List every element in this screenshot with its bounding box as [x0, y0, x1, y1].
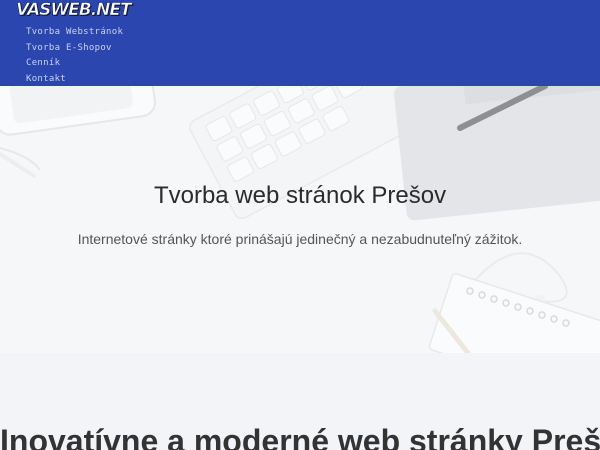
section-title: Inovatívne a moderné web stránky Prešov [0, 423, 600, 450]
intro-section: Inovatívne a moderné web stránky Prešov [0, 353, 600, 450]
nav-link-cennik[interactable]: Cenník [26, 58, 60, 68]
nav-item-cennik: Cenník [26, 53, 123, 69]
small-pen-image [0, 152, 36, 178]
notepad-image [428, 273, 600, 353]
desk-background-image [0, 86, 600, 353]
hero-title: Tvorba web stránok Prešov [153, 182, 447, 209]
main-nav: Tvorba Webstránok Tvorba E-Shopov Cenník… [26, 22, 123, 84]
hero-subtitle: Internetové stránky ktoré prinášajú jedi… [77, 231, 523, 247]
nav-item-kontakt: Kontakt [26, 69, 123, 85]
site-header: VASWEB.NET Tvorba Webstránok Tvorba E-Sh… [0, 0, 600, 86]
phone-image [0, 86, 156, 136]
nav-link-kontakt[interactable]: Kontakt [26, 74, 66, 84]
nav-item-webstranky: Tvorba Webstránok [26, 22, 123, 38]
site-logo[interactable]: VASWEB.NET [16, 0, 132, 20]
nav-link-eshopy[interactable]: Tvorba E-Shopov [26, 43, 112, 53]
nav-link-webstranky[interactable]: Tvorba Webstránok [26, 27, 123, 37]
nav-item-eshopy: Tvorba E-Shopov [26, 38, 123, 54]
hero-banner: Tvorba web stránok Prešov Internetové st… [0, 86, 600, 353]
